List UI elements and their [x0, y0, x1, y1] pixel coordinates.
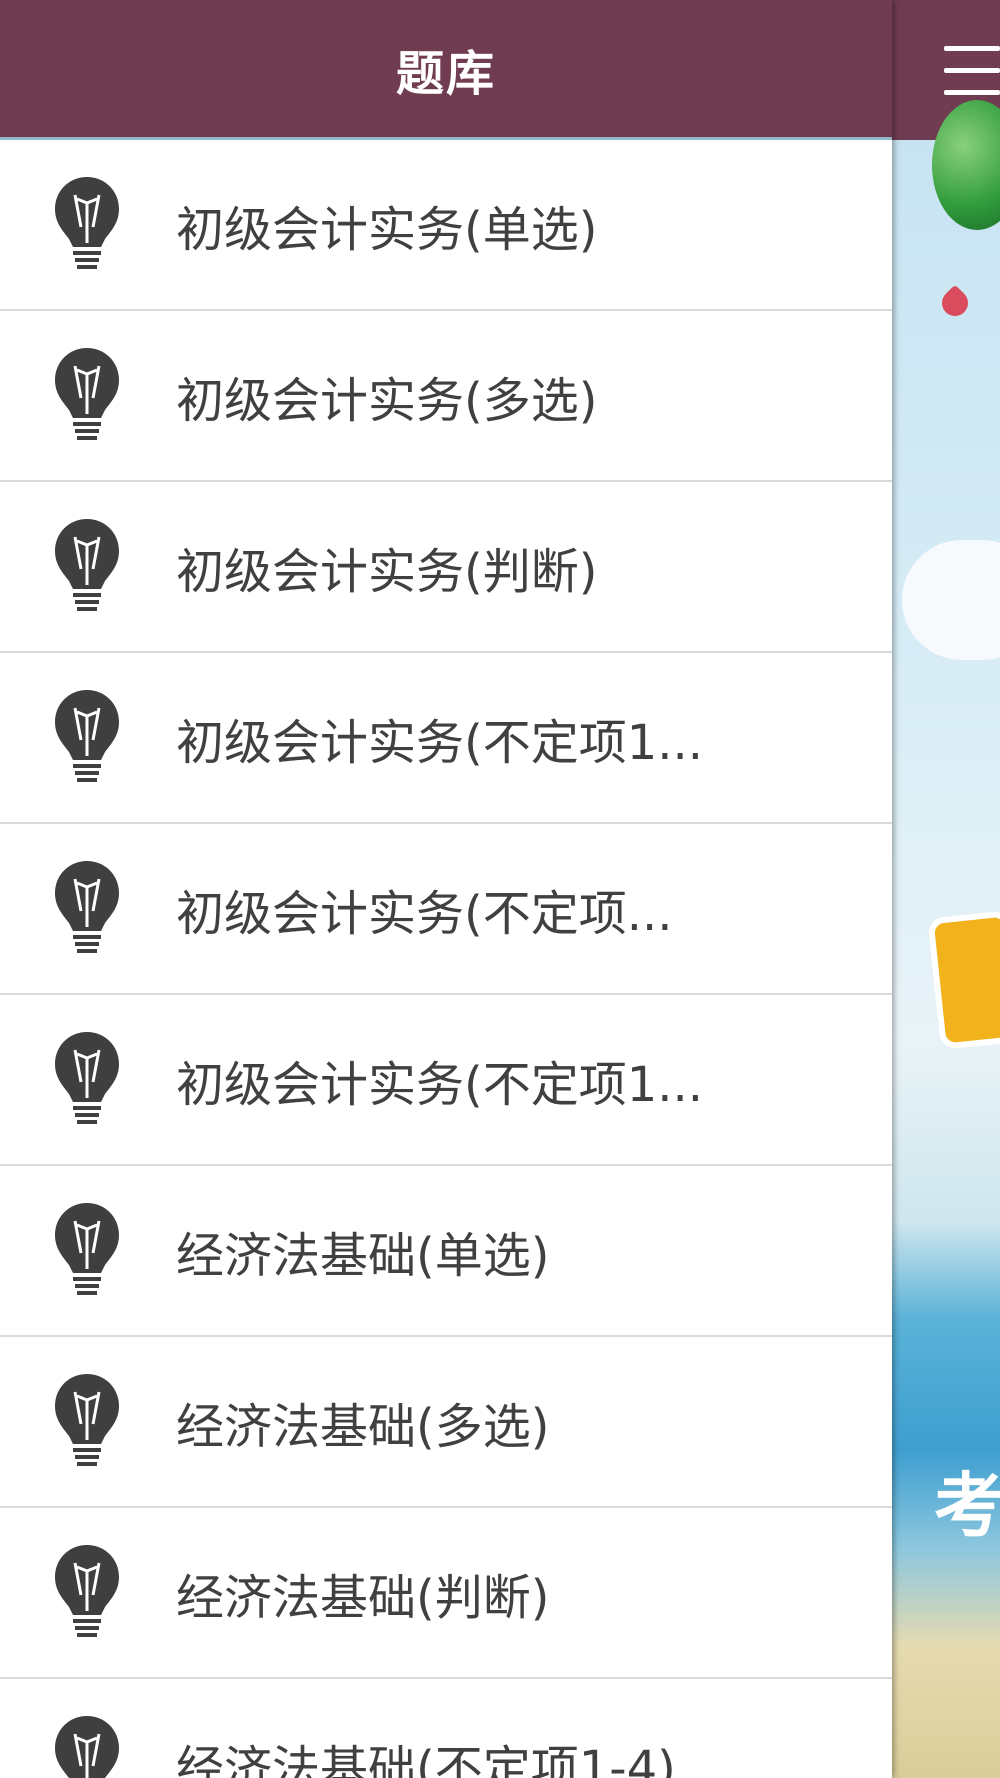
lightbulb-icon [52, 1201, 122, 1301]
lightbulb-icon [52, 1030, 122, 1130]
list-item-label: 经济法基础(判断) [176, 1569, 550, 1626]
drawer-title: 题库 [395, 45, 496, 102]
list-item[interactable]: 经济法基础(判断) [0, 1508, 892, 1679]
drawer-header: 题库 [0, 0, 892, 140]
list-item-label: 经济法基础(单选) [176, 1227, 550, 1284]
list-item-label: 初级会计实务(判断) [176, 543, 598, 600]
list-item-label: 初级会计实务(不定项1... [176, 714, 704, 771]
lightbulb-icon [52, 1543, 122, 1643]
heart-graphic [936, 284, 974, 322]
list-item[interactable]: 初级会计实务(不定项1... [0, 653, 892, 824]
screen: 考 题库 初级会计实务(单选) 初级会计实务(多选) 初级会计实务(判断) 初级… [0, 0, 1000, 1778]
list-item[interactable]: 初级会计实务(不定项1... [0, 995, 892, 1166]
list-item[interactable]: 初级会计实务(单选) [0, 140, 892, 311]
lightbulb-icon [52, 346, 122, 446]
list-item-label: 初级会计实务(单选) [176, 201, 598, 258]
list-item-label: 经济法基础(不定项1-4) [176, 1740, 676, 1778]
lightbulb-icon [52, 859, 122, 959]
lightbulb-icon [52, 175, 122, 275]
list-item[interactable]: 初级会计实务(多选) [0, 311, 892, 482]
background-page: 考 [892, 0, 1000, 1778]
lightbulb-icon [52, 1372, 122, 1472]
question-bank-list: 初级会计实务(单选) 初级会计实务(多选) 初级会计实务(判断) 初级会计实务(… [0, 140, 892, 1778]
list-item[interactable]: 初级会计实务(不定项... [0, 824, 892, 995]
list-item-label: 初级会计实务(不定项... [176, 885, 673, 942]
banner-partial-text: 考 [934, 1465, 1000, 1547]
navigation-drawer: 题库 初级会计实务(单选) 初级会计实务(多选) 初级会计实务(判断) 初级会计… [0, 0, 892, 1778]
lightbulb-icon [52, 1714, 122, 1778]
cloud-graphic [902, 540, 1000, 660]
lightbulb-icon [52, 517, 122, 617]
background-banner-image: 考 [892, 100, 1000, 1778]
list-item-label: 经济法基础(多选) [176, 1398, 550, 1455]
list-item[interactable]: 经济法基础(多选) [0, 1337, 892, 1508]
hamburger-menu-icon[interactable] [944, 46, 1000, 96]
list-item[interactable]: 初级会计实务(判断) [0, 482, 892, 653]
list-item-label: 初级会计实务(多选) [176, 372, 598, 429]
list-item[interactable]: 经济法基础(不定项1-4) [0, 1679, 892, 1778]
list-item[interactable]: 经济法基础(单选) [0, 1166, 892, 1337]
lightbulb-icon [52, 688, 122, 788]
banner-title-graphic [933, 916, 1000, 1044]
list-item-label: 初级会计实务(不定项1... [176, 1056, 704, 1113]
